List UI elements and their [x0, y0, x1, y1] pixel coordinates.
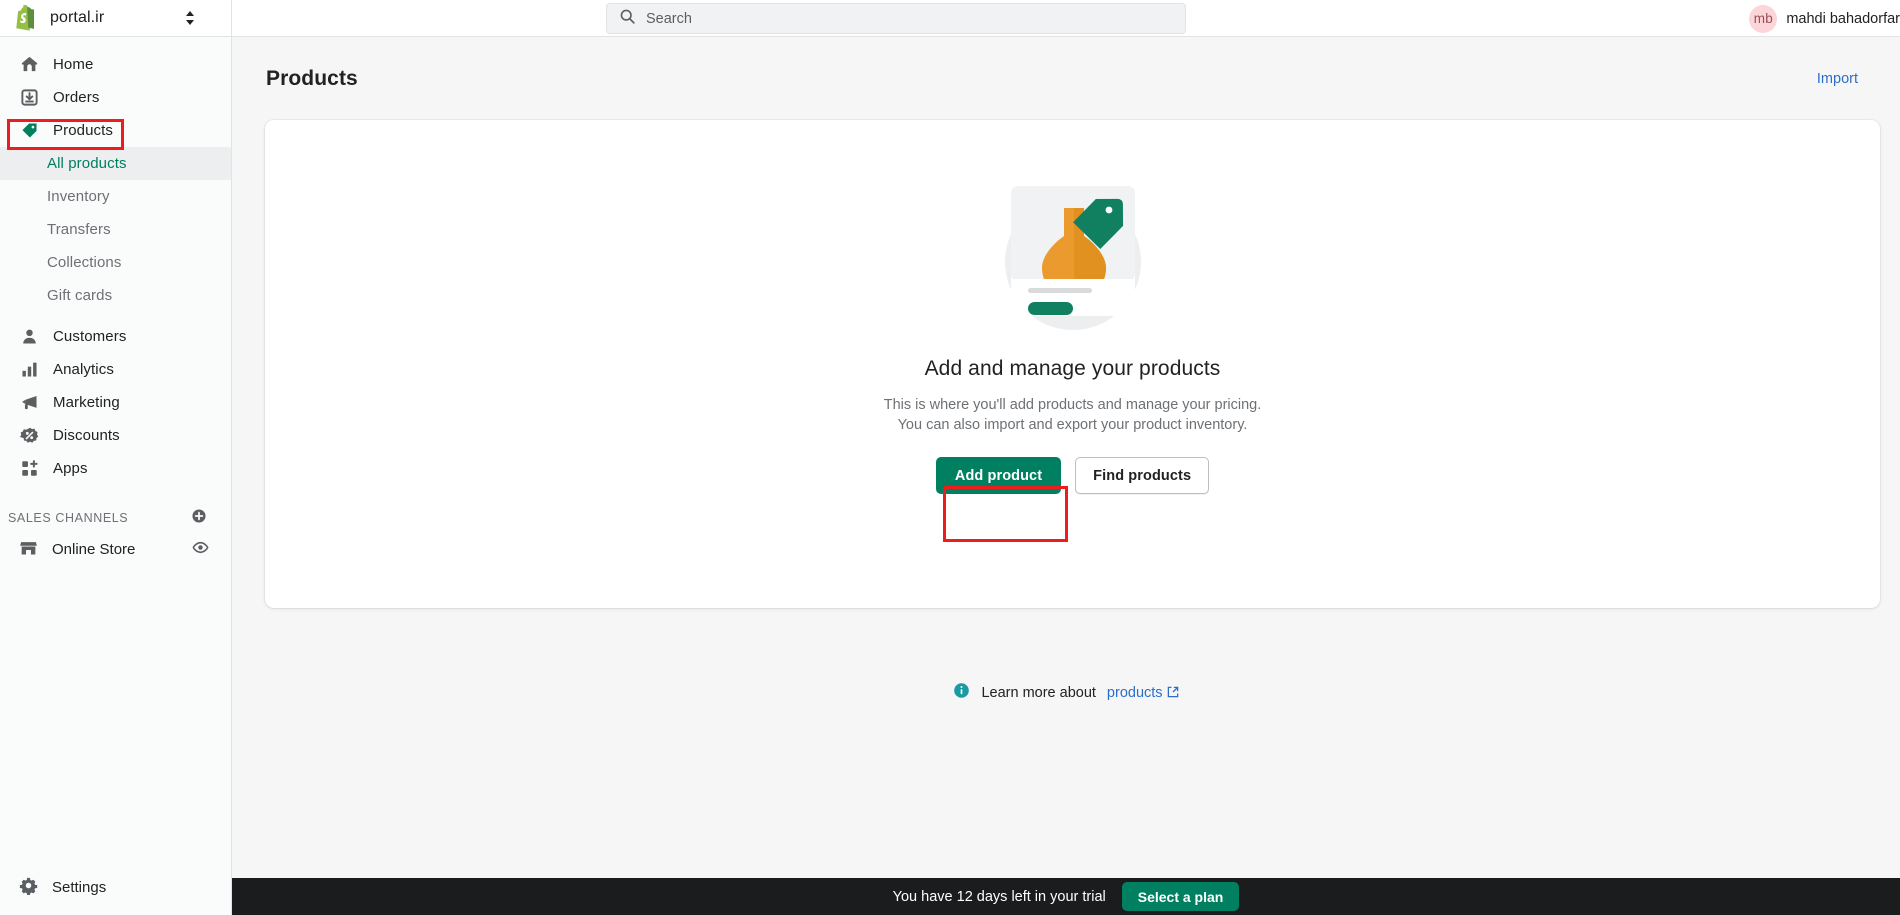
search-input[interactable]: Search — [606, 3, 1186, 34]
empty-state-actions: Add product Find products — [935, 457, 1210, 494]
learn-more-row: Learn more about products — [232, 682, 1900, 704]
sidebar-item-label: Customers — [53, 328, 127, 345]
sidebar-item-customers[interactable]: Customers — [0, 320, 231, 353]
empty-state-title: Add and manage your products — [924, 357, 1221, 380]
sidebar-item-online-store[interactable]: Online Store — [0, 533, 231, 566]
shopify-admin-app: portal.ir Search mb mahdi bahadorfar Hom… — [0, 0, 1900, 915]
learn-more-text: Learn more about — [981, 685, 1096, 701]
sales-channels-heading: SALES CHANNELS — [8, 511, 129, 525]
main-content: Products Import Add and manage your prod… — [232, 37, 1900, 878]
import-button[interactable]: Import — [1817, 71, 1858, 87]
trial-banner-text: You have 12 days left in your trial — [892, 888, 1106, 905]
product-card-vase-illustration — [978, 166, 1168, 336]
sidebar-item-discounts[interactable]: Discounts — [0, 419, 231, 452]
sidebar-item-label: Analytics — [53, 361, 114, 378]
products-help-link[interactable]: products — [1107, 685, 1179, 702]
top-bar: portal.ir Search mb mahdi bahadorfar — [0, 0, 1900, 37]
product-tag-icon — [19, 121, 39, 141]
sidebar-item-gift-cards[interactable]: Gift cards — [0, 279, 231, 312]
shopify-bag-icon — [14, 4, 38, 31]
sidebar-item-label: Apps — [53, 460, 88, 477]
sidebar-item-collections[interactable]: Collections — [0, 246, 231, 279]
sidebar-item-label: Orders — [53, 89, 100, 106]
analytics-bars-icon — [19, 360, 39, 380]
sidebar-item-transfers[interactable]: Transfers — [0, 213, 231, 246]
trial-banner: You have 12 days left in your trial Sele… — [232, 878, 1900, 915]
sidebar-subitem-label: Inventory — [47, 188, 110, 205]
apps-grid-plus-icon — [19, 459, 39, 479]
sidebar: Home Orders Products All products Invent… — [0, 37, 232, 915]
sidebar-item-apps[interactable]: Apps — [0, 452, 231, 485]
chevron-up-down-icon[interactable] — [183, 9, 197, 27]
user-menu-button[interactable]: mb mahdi bahadorfar — [1749, 0, 1900, 37]
discount-percent-icon — [19, 426, 39, 446]
global-search[interactable]: Search — [606, 3, 1186, 34]
store-name: portal.ir — [50, 9, 105, 26]
sidebar-item-analytics[interactable]: Analytics — [0, 353, 231, 386]
products-help-link-label: products — [1106, 684, 1163, 701]
home-icon — [19, 55, 39, 75]
find-products-button[interactable]: Find products — [1075, 457, 1210, 494]
sidebar-item-products[interactable]: Products — [0, 114, 231, 147]
sidebar-subitem-label: Collections — [47, 254, 122, 271]
sidebar-item-marketing[interactable]: Marketing — [0, 386, 231, 419]
orders-inbox-icon — [19, 88, 39, 108]
marketing-megaphone-icon — [19, 393, 39, 413]
page-header: Products Import — [232, 37, 1900, 91]
sales-channels-header: SALES CHANNELS — [0, 503, 231, 533]
sidebar-item-label: Home — [53, 56, 94, 73]
settings-label: Settings — [52, 879, 107, 896]
gear-icon — [19, 876, 38, 900]
eye-icon[interactable] — [192, 539, 209, 561]
external-link-icon — [1167, 686, 1179, 702]
store-icon — [19, 538, 38, 562]
search-placeholder: Search — [646, 10, 692, 27]
customer-person-icon — [19, 327, 39, 347]
sidebar-item-settings[interactable]: Settings — [0, 871, 232, 904]
page-title: Products — [266, 67, 358, 90]
sidebar-subitem-label: Transfers — [47, 221, 111, 238]
sidebar-item-label: Discounts — [53, 427, 120, 444]
plus-circle-icon[interactable] — [191, 508, 207, 529]
sidebar-item-orders[interactable]: Orders — [0, 81, 231, 114]
info-circle-icon — [953, 682, 970, 704]
user-name: mahdi bahadorfar — [1786, 10, 1900, 27]
sidebar-item-label: Products — [53, 122, 113, 139]
sidebar-item-inventory[interactable]: Inventory — [0, 180, 231, 213]
avatar: mb — [1749, 4, 1778, 33]
search-icon — [619, 8, 636, 30]
sidebar-subitem-label: Gift cards — [47, 287, 113, 304]
sidebar-subitem-label: All products — [47, 155, 127, 172]
sidebar-item-label: Marketing — [53, 394, 120, 411]
sidebar-item-all-products[interactable]: All products — [0, 147, 231, 180]
select-a-plan-button[interactable]: Select a plan — [1121, 882, 1240, 911]
add-product-button[interactable]: Add product — [935, 457, 1062, 494]
sidebar-channel-label: Online Store — [52, 541, 136, 558]
empty-state-card: Add and manage your products This is whe… — [265, 120, 1880, 608]
sidebar-nav-main: Home Orders Products All products Invent… — [0, 37, 231, 566]
sidebar-item-home[interactable]: Home — [0, 48, 231, 81]
empty-state-body: This is where you'll add products and ma… — [883, 397, 1262, 433]
store-switcher-button[interactable]: portal.ir — [0, 0, 232, 37]
